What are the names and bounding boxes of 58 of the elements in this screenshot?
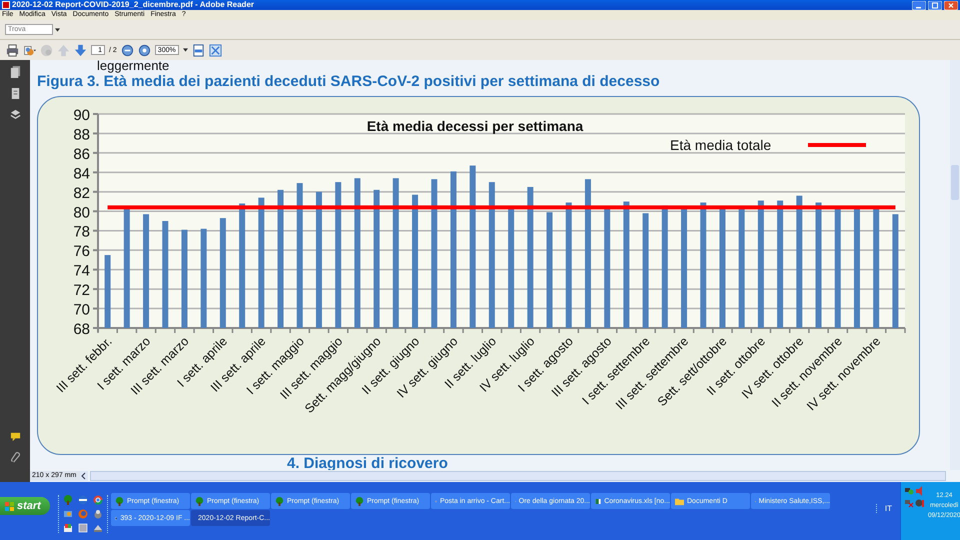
- fit-page-icon[interactable]: [192, 44, 205, 56]
- window-title: 2020-12-02 Report-COVID-2019_2_dicembre.pdf - Adobe Reader: [12, 0, 254, 10]
- comment-icon[interactable]: [10, 430, 20, 443]
- print-icon[interactable]: [6, 44, 19, 56]
- zoom-out-icon[interactable]: [120, 44, 134, 56]
- close-button[interactable]: [944, 0, 958, 10]
- y-axis-label: 86: [72, 145, 90, 162]
- shield-icon[interactable]: [915, 498, 925, 508]
- tree-icon: [115, 496, 124, 506]
- horizontal-scrollbar[interactable]: [90, 471, 946, 481]
- chart-title: Età media decessi per settimana: [366, 118, 583, 134]
- photo-icon[interactable]: [78, 523, 88, 533]
- pages-icon[interactable]: [10, 66, 20, 79]
- network-icon[interactable]: [904, 486, 914, 496]
- maximize-button[interactable]: [928, 0, 942, 10]
- full-screen-icon[interactable]: [208, 44, 222, 56]
- language-indicator[interactable]: IT: [876, 504, 892, 513]
- folder-icon: [675, 496, 684, 506]
- y-axis-label: 88: [72, 126, 90, 143]
- y-axis-label: 70: [72, 301, 90, 318]
- legend-swatch: [808, 142, 866, 146]
- y-axis-label: 82: [72, 184, 90, 202]
- pdf-icon: [2, 1, 10, 9]
- document-icon[interactable]: [10, 87, 20, 100]
- spreadsheet-icon: [595, 496, 602, 506]
- dropdown-arrow-icon[interactable]: [182, 48, 188, 52]
- y-axis-label: 80: [72, 204, 90, 221]
- legend-label: Età media totale: [670, 136, 771, 152]
- y-axis-label: 84: [72, 164, 90, 182]
- y-axis-label: 72: [72, 282, 90, 299]
- paperclip-icon[interactable]: [10, 451, 20, 464]
- desktop-icon[interactable]: [63, 509, 73, 519]
- zoom-in-icon[interactable]: [138, 44, 151, 56]
- scanner-icon[interactable]: [93, 523, 103, 533]
- dropdown-arrow-icon[interactable]: [55, 28, 60, 32]
- y-axis-label: 90: [72, 106, 90, 124]
- y-axis-label: 78: [72, 223, 90, 240]
- tree-icon: [195, 496, 204, 506]
- tree-icon: [355, 496, 364, 506]
- section-heading: 4. Diagnosi di ricovero: [286, 457, 449, 470]
- paint-icon[interactable]: [63, 523, 73, 533]
- y-axis-label: 74: [72, 262, 90, 280]
- document-tools-icon[interactable]: [23, 44, 36, 56]
- vertical-scrollbar[interactable]: [950, 60, 960, 470]
- layers-icon[interactable]: [10, 108, 20, 121]
- browser-icon[interactable]: [93, 495, 103, 505]
- network-icon[interactable]: [93, 509, 103, 519]
- tree-icon: [275, 496, 284, 506]
- y-axis-label: 76: [72, 242, 90, 260]
- body-text: leggermente: [96, 60, 170, 72]
- figure-title: Figura 3. Età media dei pazienti deceduti SARS-CoV-2 positivi per settimana di decesso: [37, 73, 661, 92]
- flag-icon: [5, 502, 14, 510]
- globe-icon[interactable]: [78, 495, 88, 505]
- minimize-button[interactable]: [912, 0, 926, 10]
- arrow-down-icon[interactable]: [74, 44, 87, 56]
- y-axis-label: 68: [72, 320, 90, 338]
- start-button[interactable]: start: [0, 497, 50, 515]
- scroll-left-button[interactable]: [80, 471, 88, 481]
